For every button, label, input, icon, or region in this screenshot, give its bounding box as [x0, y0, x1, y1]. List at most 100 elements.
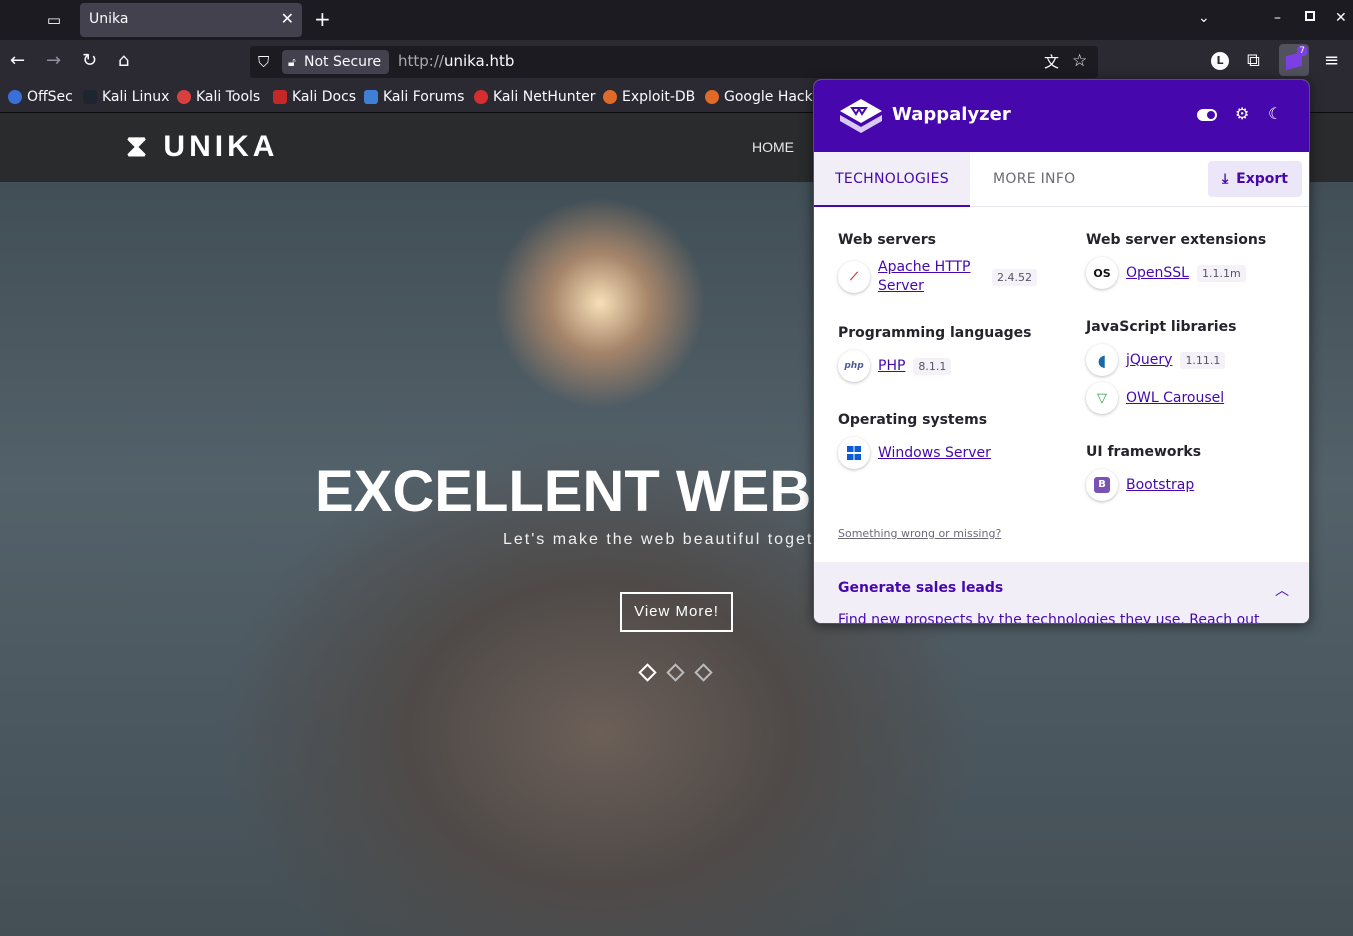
tech-name-line: Apache HTTP: [878, 259, 971, 275]
shield-icon[interactable]: ⛉: [258, 52, 269, 72]
tech-name[interactable]: Bootstrap: [1126, 476, 1194, 495]
bookmark-label: OffSec: [27, 89, 73, 105]
bootstrap-icon: B: [1086, 469, 1118, 501]
site-logo[interactable]: ⧗ UNIKA: [126, 130, 278, 164]
toggle-icon[interactable]: [1197, 109, 1217, 121]
windows-icon: [838, 437, 870, 469]
bookmark-kali-tools[interactable]: Kali Tools: [177, 89, 260, 105]
tech-windows-server[interactable]: Windows Server: [838, 437, 991, 469]
tech-name[interactable]: OpenSSL: [1126, 264, 1189, 283]
bookmark-label: Kali Linux: [102, 89, 170, 105]
bookmark-kali-nethunter[interactable]: Kali NetHunter: [474, 89, 595, 105]
category-ui-frameworks: UI frameworks: [1086, 444, 1202, 460]
close-window-icon[interactable]: ✕: [1335, 10, 1347, 26]
new-tab-button[interactable]: +: [314, 8, 331, 30]
minimize-icon[interactable]: –: [1274, 10, 1281, 26]
exploit-db-icon: [603, 90, 617, 104]
bookmark-label: Exploit-DB: [622, 89, 696, 105]
view-more-button[interactable]: View More!: [620, 592, 733, 632]
carousel-dot-3[interactable]: [694, 663, 713, 682]
home-icon[interactable]: ⌂: [118, 51, 129, 71]
jquery-icon: ◖: [1086, 344, 1118, 376]
chevron-up-icon[interactable]: ︿: [1275, 580, 1289, 600]
tech-name[interactable]: Windows Server: [878, 444, 991, 463]
bookmark-offsec[interactable]: OffSec: [8, 89, 73, 105]
tech-owl-carousel[interactable]: ▽ OWL Carousel: [1086, 382, 1224, 414]
leads-text: Find new prospects by the technologies t…: [838, 612, 1260, 624]
leads-title: Generate sales leads: [838, 580, 1004, 596]
wappalyzer-logo-icon: [840, 99, 882, 133]
bookmark-label: Kali Tools: [196, 89, 261, 105]
category-programming-languages: Programming languages: [838, 325, 1032, 341]
carousel-dot-1[interactable]: [638, 663, 657, 682]
bookmark-star-icon[interactable]: ☆: [1072, 51, 1087, 71]
bookmark-label: Google Hacki: [724, 89, 817, 105]
tech-name[interactable]: jQuery: [1126, 351, 1172, 370]
maximize-icon[interactable]: [1305, 11, 1315, 21]
dark-mode-moon-icon[interactable]: ☾: [1268, 104, 1282, 123]
account-icon[interactable]: L: [1211, 52, 1229, 70]
tech-name-line: Server: [878, 278, 924, 294]
sales-leads-section[interactable]: Generate sales leads ︿ Find new prospect…: [814, 562, 1309, 624]
kali-icon: [83, 90, 97, 104]
tech-php[interactable]: php PHP 8.1.1: [838, 350, 952, 382]
logo-text: UNIKA: [163, 130, 279, 163]
site-security-indicator[interactable]: 🔓︎ Not Secure: [282, 50, 390, 74]
back-icon[interactable]: ←: [10, 51, 25, 71]
bookmark-google-hacking[interactable]: Google Hacki: [705, 89, 817, 105]
bookmark-kali-docs[interactable]: Kali Docs: [273, 89, 356, 105]
export-label: Export: [1236, 171, 1289, 187]
kali-tools-icon: [177, 90, 191, 104]
bookmark-label: Kali Forums: [383, 89, 465, 105]
tech-name[interactable]: OWL Carousel: [1126, 389, 1224, 408]
url-bar[interactable]: ⛉ 🔓︎ Not Secure http://unika.htb 文 ☆: [250, 46, 1098, 78]
hero-title: EXCELLENT WEB D: [315, 459, 870, 524]
url-protocol: http://: [398, 52, 444, 70]
bookmark-kali-linux[interactable]: Kali Linux: [83, 89, 169, 105]
kali-docs-icon: [273, 90, 287, 104]
bookmark-exploit-db[interactable]: Exploit-DB: [603, 89, 695, 105]
firefox-view-icon[interactable]: ▭: [40, 8, 68, 32]
category-operating-systems: Operating systems: [838, 412, 988, 428]
tech-openssl[interactable]: OS OpenSSL 1.1.1m: [1086, 257, 1246, 289]
tab-close-icon[interactable]: ✕: [281, 9, 294, 28]
offsec-icon: [8, 90, 22, 104]
tech-apache[interactable]: ⟋ Apache HTTP Server 2.4.52: [838, 258, 1038, 296]
settings-gear-icon[interactable]: ⚙: [1235, 104, 1249, 123]
tech-name[interactable]: Apache HTTP Server: [878, 258, 978, 296]
hourglass-icon: ⧗: [126, 130, 152, 163]
wappalyzer-extension-button[interactable]: 7: [1279, 44, 1309, 76]
tech-jquery[interactable]: ◖ jQuery 1.11.1: [1086, 344, 1226, 376]
tab-title: Unika: [89, 11, 129, 27]
bookmark-kali-forums[interactable]: Kali Forums: [364, 89, 464, 105]
reload-icon[interactable]: ↻: [82, 51, 97, 71]
ghdb-icon: [705, 90, 719, 104]
category-web-servers: Web servers: [838, 232, 936, 248]
tab-more-info[interactable]: MORE INFO: [993, 152, 1076, 207]
wappalyzer-header: Wappalyzer ⚙ ☾: [814, 80, 1309, 152]
url-text[interactable]: http://unika.htb: [398, 52, 514, 70]
navigation-toolbar: ← → ↻ ⌂ ⛉ 🔓︎ Not Secure http://unika.htb…: [0, 40, 1353, 84]
url-host: unika.htb: [443, 52, 515, 70]
nav-home-link[interactable]: HOME: [752, 139, 794, 155]
tech-name[interactable]: PHP: [878, 357, 905, 376]
wappalyzer-tabs: TECHNOLOGIES MORE INFO ⤓ Export: [814, 152, 1309, 207]
tab-unika[interactable]: Unika ✕: [80, 3, 302, 37]
extension-badge: 7: [1297, 46, 1307, 56]
extensions-icon[interactable]: ⧉: [1247, 51, 1260, 71]
tab-technologies[interactable]: TECHNOLOGIES: [814, 152, 970, 207]
menu-icon[interactable]: ≡: [1324, 51, 1339, 71]
something-wrong-link[interactable]: Something wrong or missing?: [838, 527, 1001, 540]
bookmark-label: Kali Docs: [292, 89, 357, 105]
bookmark-label: Kali NetHunter: [493, 89, 596, 105]
carousel-dot-2[interactable]: [666, 663, 685, 682]
kali-forums-icon: [364, 90, 378, 104]
tech-bootstrap[interactable]: B Bootstrap: [1086, 469, 1194, 501]
export-button[interactable]: ⤓ Export: [1208, 161, 1302, 197]
list-all-tabs-icon[interactable]: ⌄: [1198, 10, 1210, 26]
wappalyzer-popup: Wappalyzer ⚙ ☾ TECHNOLOGIES MORE INFO ⤓ E…: [813, 79, 1310, 624]
translate-icon[interactable]: 文: [1044, 52, 1059, 72]
lock-icon: 🔓︎: [288, 55, 296, 69]
forward-icon[interactable]: →: [46, 51, 61, 71]
category-web-server-extensions: Web server extensions: [1086, 232, 1267, 248]
